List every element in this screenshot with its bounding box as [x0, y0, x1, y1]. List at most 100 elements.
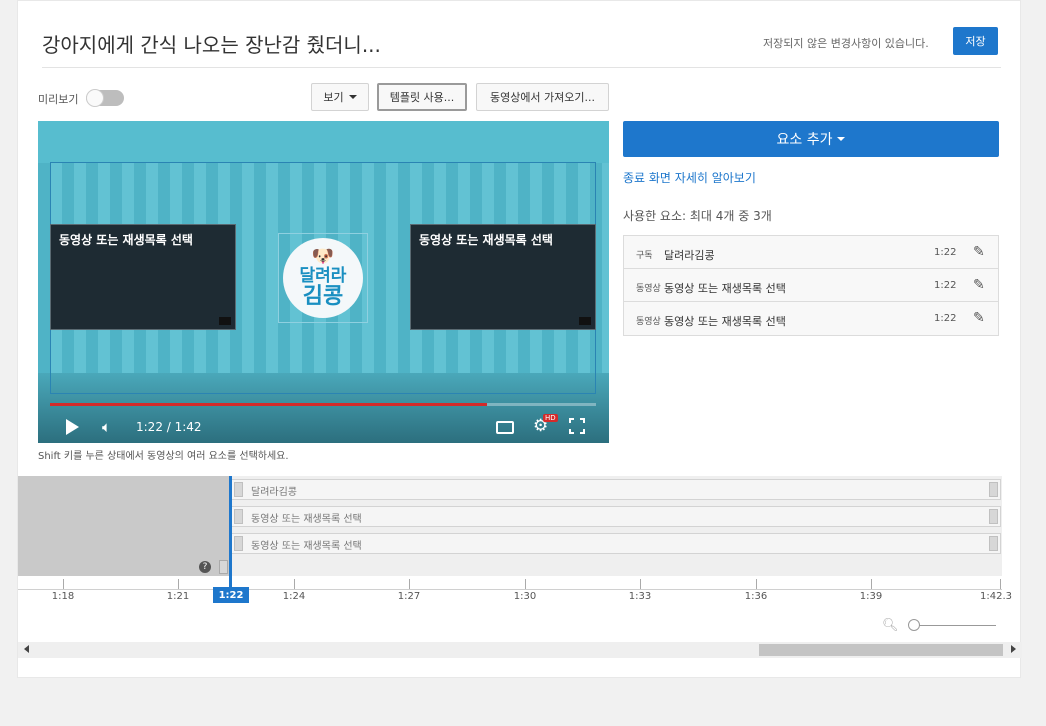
video-preview[interactable]: 동영상 또는 재생목록 선택 동영상 또는 재생목록 선택 🐶 달려라 김콩 🔈…	[38, 121, 609, 443]
track-label: 동영상 또는 재생목록 선택	[251, 514, 362, 525]
element-list: 구독 달려라김콩 1:22 ✎ 동영상 동영상 또는 재생목록 선택 1:22 …	[623, 235, 999, 336]
element-name: 동영상 또는 재생목록 선택	[664, 282, 786, 295]
multi-select-hint: Shift 키를 누른 상태에서 동영상의 여러 요소를 선택하세요.	[38, 451, 289, 462]
progress-fill	[50, 403, 487, 406]
scrollbar-thumb[interactable]	[759, 644, 1003, 656]
hd-badge: HD	[543, 414, 558, 422]
track-label: 동영상 또는 재생목록 선택	[251, 541, 362, 552]
timeline-inactive-region	[18, 476, 229, 576]
ruler-tick-label: 1:39	[859, 591, 883, 602]
track-start-handle[interactable]	[234, 536, 243, 551]
ruler-tick	[409, 579, 410, 589]
import-from-video-button[interactable]: 동영상에서 가져오기...	[476, 83, 609, 111]
volume-icon[interactable]: 🔈︎	[102, 418, 111, 436]
subscribe-element[interactable]: 🐶 달려라 김콩	[278, 233, 368, 323]
element-type: 구독	[636, 251, 653, 261]
list-item[interactable]: 동영상 동영상 또는 재생목록 선택 1:22 ✎	[624, 302, 998, 335]
play-icon[interactable]	[66, 419, 79, 435]
video-progress-bar[interactable]	[50, 403, 596, 406]
add-element-label: 요소 추가	[776, 132, 833, 148]
help-icon[interactable]: ?	[199, 561, 211, 573]
ruler-tick-label: 1:27	[397, 591, 421, 602]
chevron-down-icon	[348, 95, 357, 99]
player-controls: 🔈︎ 1:22 / 1:42 ⚙ HD	[38, 411, 609, 443]
ruler-tick-label: 1:36	[744, 591, 768, 602]
ruler-tick	[63, 579, 64, 589]
tile-label: 동영상 또는 재생목록 선택	[59, 233, 193, 247]
used-elements-count: 사용한 요소: 최대 4개 중 3개	[623, 209, 772, 223]
track-start-handle[interactable]	[234, 509, 243, 524]
track-start-handle[interactable]	[234, 482, 243, 497]
timeline-track[interactable]: 동영상 또는 재생목록 선택	[231, 533, 1001, 554]
use-template-button[interactable]: 템플릿 사용...	[377, 83, 467, 111]
pencil-icon[interactable]: ✎	[973, 310, 985, 326]
ruler-tick	[640, 579, 641, 589]
ruler-tick	[756, 579, 757, 589]
ruler-tick-label: 1:33	[628, 591, 652, 602]
preview-toggle[interactable]	[86, 89, 124, 107]
zoom-slider-knob[interactable]	[908, 619, 920, 631]
learn-more-link[interactable]: 종료 화면 자세히 알아보기	[623, 169, 756, 186]
chevron-down-icon	[837, 137, 846, 141]
end-screen-video-element-left[interactable]: 동영상 또는 재생목록 선택	[50, 224, 236, 330]
element-time: 1:22	[934, 247, 957, 258]
dog-icon: 🐶	[311, 246, 335, 267]
timeline-ruler	[18, 576, 1002, 590]
video-top-band	[38, 121, 609, 163]
zoom-slider[interactable]	[911, 625, 996, 626]
playhead[interactable]	[229, 476, 232, 588]
ruler-tick-label: 1:42.3	[980, 591, 1012, 602]
save-button[interactable]: 저장	[953, 27, 998, 55]
timeline: 달려라김콩 동영상 또는 재생목록 선택 동영상 또는 재생목록 선택 ?	[18, 476, 1002, 576]
list-item[interactable]: 구독 달려라김콩 1:22 ✎	[624, 236, 998, 269]
pencil-icon[interactable]: ✎	[973, 244, 985, 260]
scroll-right-icon[interactable]	[1011, 645, 1016, 653]
element-type: 동영상	[636, 284, 661, 294]
ruler-tick-label: 1:18	[51, 591, 75, 602]
channel-logo: 🐶 달려라 김콩	[283, 238, 363, 318]
preview-label: 미리보기	[38, 93, 79, 106]
add-element-button[interactable]: 요소 추가	[623, 121, 999, 157]
ruler-tick-label: 1:30	[513, 591, 537, 602]
logo-text-bottom: 김콩	[302, 284, 344, 309]
ruler-tick	[294, 579, 295, 589]
ruler-tick	[1000, 579, 1001, 589]
tile-corner-mark	[219, 317, 231, 325]
track-end-handle[interactable]	[989, 509, 998, 524]
view-dropdown-button[interactable]: 보기	[311, 83, 369, 111]
page-title: 강아지에게 간식 나오는 장난감 줬더니...	[42, 33, 381, 57]
fullscreen-icon[interactable]	[569, 418, 585, 434]
logo-text-top: 달려라	[299, 266, 347, 286]
captions-icon[interactable]	[496, 421, 514, 434]
timeline-track[interactable]: 동영상 또는 재생목록 선택	[231, 506, 1001, 527]
header-divider	[42, 67, 1001, 68]
end-screen-editor: 강아지에게 간식 나오는 장난감 줬더니... 저장되지 않은 변경사항이 있습…	[17, 0, 1022, 678]
element-time: 1:22	[934, 313, 957, 324]
tile-corner-mark	[579, 317, 591, 325]
track-end-handle[interactable]	[989, 482, 998, 497]
ruler-tick	[525, 579, 526, 589]
scroll-left-icon[interactable]	[24, 645, 29, 653]
ruler-tick-label: 1:21	[166, 591, 190, 602]
ruler-tick-label: 1:24	[282, 591, 306, 602]
range-handle[interactable]	[219, 560, 228, 574]
preview-toggle-knob	[86, 89, 104, 107]
track-end-handle[interactable]	[989, 536, 998, 551]
ruler-tick	[871, 579, 872, 589]
ruler-tick	[178, 579, 179, 589]
tile-label: 동영상 또는 재생목록 선택	[419, 233, 553, 247]
unsaved-changes-notice: 저장되지 않은 변경사항이 있습니다.	[763, 37, 929, 50]
element-type: 동영상	[636, 317, 661, 327]
playhead-time[interactable]: 1:22	[213, 587, 249, 603]
element-name: 달려라김콩	[664, 249, 715, 262]
timeline-track[interactable]: 달려라김콩	[231, 479, 1001, 500]
view-button-label: 보기	[323, 91, 344, 104]
pencil-icon[interactable]: ✎	[973, 277, 985, 293]
time-display: 1:22 / 1:42	[136, 420, 202, 434]
horizontal-scrollbar[interactable]	[18, 642, 1022, 658]
list-item[interactable]: 동영상 동영상 또는 재생목록 선택 1:22 ✎	[624, 269, 998, 302]
element-time: 1:22	[934, 280, 957, 291]
element-name: 동영상 또는 재생목록 선택	[664, 315, 786, 328]
track-label: 달려라김콩	[251, 487, 297, 498]
end-screen-video-element-right[interactable]: 동영상 또는 재생목록 선택	[410, 224, 596, 330]
